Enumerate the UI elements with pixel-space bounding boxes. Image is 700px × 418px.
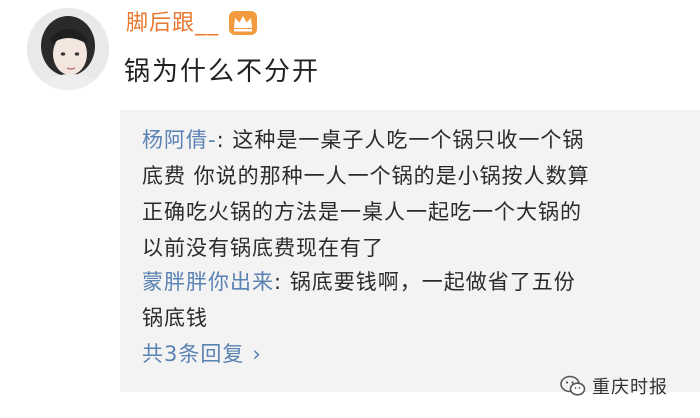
reply-item: 杨阿倩-: 这种是一桌子人吃一个锅只收一个锅 底费 你说的那种一人一个锅的是小锅… xyxy=(142,122,662,266)
wechat-icon xyxy=(560,375,586,396)
comment-card: 脚后跟__ 锅为什么不分开 杨阿倩-: 这种是一桌子人吃一个锅只收一个锅 底费 … xyxy=(0,0,700,418)
reply-separator: : xyxy=(274,270,283,294)
chevron-right-icon: › xyxy=(252,342,262,366)
reply-separator: : xyxy=(216,128,225,152)
more-replies-label: 共3条回复 xyxy=(142,342,245,366)
replies-box: 杨阿倩-: 这种是一桌子人吃一个锅只收一个锅 底费 你说的那种一人一个锅的是小锅… xyxy=(120,110,700,392)
watermark-label: 重庆时报 xyxy=(592,377,668,398)
post-text: 锅为什么不分开 xyxy=(124,57,321,87)
more-replies-link[interactable]: 共3条回复 › xyxy=(142,338,262,370)
username[interactable]: 脚后跟__ xyxy=(126,9,219,39)
reply-author[interactable]: 杨阿倩- xyxy=(142,128,217,152)
reply-author[interactable]: 蒙胖胖你出来 xyxy=(142,270,274,294)
avatar[interactable] xyxy=(27,8,109,90)
reply-item: 蒙胖胖你出来: 锅底要钱啊，一起做省了五份 锅底钱 xyxy=(142,264,662,336)
watermark: 重庆时报 xyxy=(560,372,668,400)
crown-icon xyxy=(229,11,257,35)
